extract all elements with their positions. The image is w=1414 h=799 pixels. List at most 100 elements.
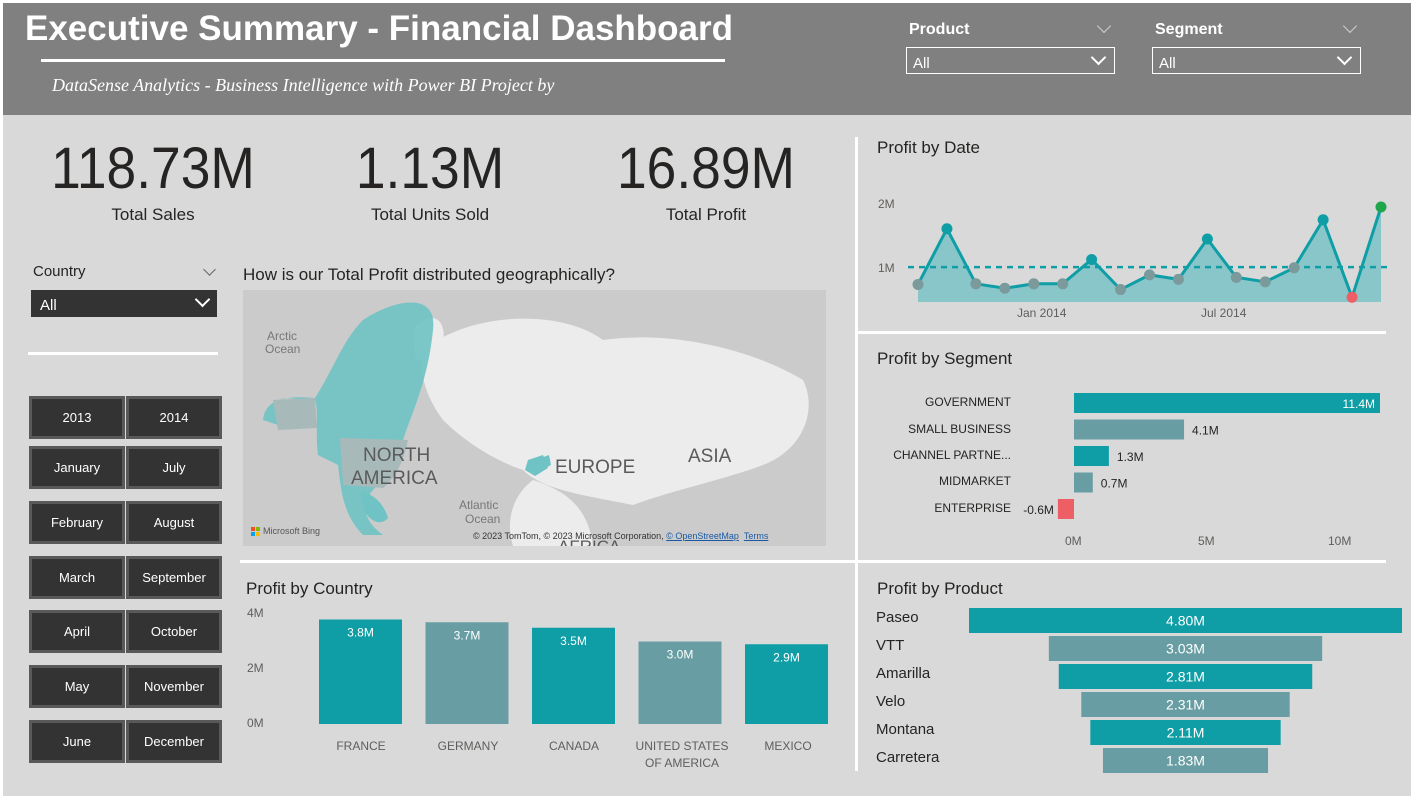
date-point: [1317, 214, 1329, 226]
profit-by-segment-chart[interactable]: 11.4M 4.1M 1.3M 0.7M -0.6M: [1013, 388, 1393, 523]
profit-by-country-chart[interactable]: 3.8M 3.7M 3.5M 3.0M 2.9M: [303, 603, 843, 725]
country-value-label: 3.0M: [667, 648, 694, 662]
alaska-shape: [273, 398, 317, 430]
sidebar-divider: [28, 352, 218, 355]
date-area: [918, 207, 1381, 302]
country-slicer-collapse-icon[interactable]: [203, 263, 216, 276]
product-label-velo: Velo: [876, 693, 906, 710]
date-point: [1259, 276, 1271, 288]
profit-map[interactable]: Arctic Ocean NORTH AMERICA EUROPE ASIA Atl…: [243, 290, 826, 546]
month-tile-june[interactable]: June: [29, 720, 125, 763]
country-y-tick-0m: 0M: [247, 716, 264, 730]
month-tile-september[interactable]: September: [126, 556, 222, 599]
kpi-total-profit-label: Total Profit: [665, 205, 747, 224]
date-x-tick-jan-2014: Jan 2014: [1017, 306, 1067, 320]
product-label-vtt: VTT: [876, 637, 905, 654]
terms-link[interactable]: Terms: [744, 531, 769, 541]
segment-value-label: 4.1M: [1192, 424, 1219, 438]
horizontal-divider-2: [240, 560, 1386, 563]
arctic-ocean-label: Arctic Ocean: [265, 329, 300, 356]
month-tile-january[interactable]: January: [29, 446, 125, 489]
month-tile-february[interactable]: February: [29, 501, 125, 544]
product-value-label: 2.11M: [1167, 725, 1205, 741]
country-value-label: 3.7M: [454, 628, 481, 642]
country-slicer-label: Country: [33, 263, 86, 280]
segment-label-enterprise: ENTERPRISE: [934, 501, 1011, 515]
product-value-label: 2.31M: [1166, 697, 1205, 713]
date-point: [1057, 278, 1069, 290]
date-point: [941, 223, 953, 235]
segment-slicer-label: Segment: [1155, 21, 1223, 38]
openstreetmap-link[interactable]: © OpenStreetMap: [666, 531, 739, 541]
product-dropdown-value: All: [913, 55, 930, 72]
year-tile-2014[interactable]: 2014: [126, 396, 222, 439]
microsoft-logo-icon: [251, 526, 260, 536]
page-title: Executive Summary - Financial Dashboard: [25, 9, 734, 48]
date-point: [1288, 262, 1300, 274]
date-point: [1172, 273, 1184, 285]
product-value-label: 4.80M: [1166, 613, 1205, 629]
map-credits: © 2023 TomTom, © 2023 Microsoft Corporat…: [473, 531, 768, 541]
segment-slicer-collapse-icon[interactable]: [1342, 18, 1358, 34]
map-credit-text: © 2023 TomTom, © 2023 Microsoft Corporat…: [473, 531, 664, 541]
segment-label-midmarket: MIDMARKET: [939, 474, 1011, 488]
country-dropdown[interactable]: All: [31, 290, 217, 317]
country-value-label: 2.9M: [773, 650, 800, 664]
country-dropdown-value: All: [40, 297, 57, 314]
country-label-mexico: MEXICO: [764, 739, 812, 753]
date-point: [912, 278, 924, 290]
product-slicer-collapse-icon[interactable]: [1096, 18, 1112, 34]
country-value-label: 3.5M: [560, 634, 587, 648]
segment-value-label: 1.3M: [1117, 450, 1144, 464]
date-point: [1201, 233, 1213, 245]
europe-label: EUROPE: [555, 457, 635, 478]
country-y-tick-2m: 2M: [247, 661, 264, 675]
kpi-units-sold-value: 1.13M: [355, 136, 505, 201]
country-value-label: 3.8M: [347, 626, 374, 640]
title-underline: [41, 59, 725, 62]
date-y-tick-1m: 1M: [878, 261, 895, 275]
profit-by-country-title: Profit by Country: [246, 579, 373, 598]
chevron-down-icon: [194, 291, 211, 308]
profit-by-date-chart[interactable]: [908, 188, 1398, 303]
segment-bar: [1074, 419, 1185, 440]
product-value-label: 3.03M: [1166, 641, 1205, 657]
date-point: [1115, 284, 1127, 296]
kpi-units-sold-label: Total Units Sold: [370, 205, 490, 224]
segment-dropdown[interactable]: All: [1152, 47, 1361, 74]
segment-bar: [1074, 393, 1380, 413]
year-tile-2013[interactable]: 2013: [29, 396, 125, 439]
horizontal-divider-1: [858, 331, 1386, 334]
product-dropdown[interactable]: All: [906, 47, 1115, 74]
segment-dropdown-value: All: [1159, 55, 1176, 72]
segment-label-small-business: SMALL BUSINESS: [908, 422, 1011, 436]
kpi-total-sales-label: Total Sales: [111, 205, 195, 224]
profit-by-date-title: Profit by Date: [877, 138, 980, 157]
bing-text: Microsoft Bing: [263, 526, 321, 536]
month-tile-july[interactable]: July: [126, 446, 222, 489]
product-label-carretera: Carretera: [876, 749, 940, 766]
segment-bar: [1074, 446, 1109, 466]
segment-value-label: -0.6M: [1023, 503, 1054, 517]
month-tile-november[interactable]: November: [126, 665, 222, 708]
month-tile-october[interactable]: October: [126, 610, 222, 653]
month-tile-august[interactable]: August: [126, 501, 222, 544]
profit-by-product-chart[interactable]: 4.80M 3.03M 2.81M 2.31M 2.11M 1.83M: [953, 605, 1408, 775]
segment-label-government: GOVERNMENT: [924, 395, 1011, 409]
date-point: [1028, 278, 1040, 290]
date-point: [1230, 271, 1242, 283]
date-point: [1375, 201, 1387, 213]
product-label-paseo: Paseo: [876, 609, 919, 626]
chevron-down-icon: [1090, 49, 1107, 66]
country-label-germany: GERMANY: [437, 739, 499, 753]
month-tile-march[interactable]: March: [29, 556, 125, 599]
profit-by-segment-title: Profit by Segment: [877, 349, 1013, 368]
date-point: [999, 282, 1011, 294]
page-subtitle: DataSense Analytics - Business Intellige…: [52, 75, 555, 95]
product-value-label: 2.81M: [1166, 669, 1205, 685]
country-y-tick-4m: 4M: [247, 606, 264, 620]
month-tile-december[interactable]: December: [126, 720, 222, 763]
kpi-total-sales-value: 118.73M: [51, 136, 255, 201]
month-tile-april[interactable]: April: [29, 610, 125, 653]
month-tile-may[interactable]: May: [29, 665, 125, 708]
